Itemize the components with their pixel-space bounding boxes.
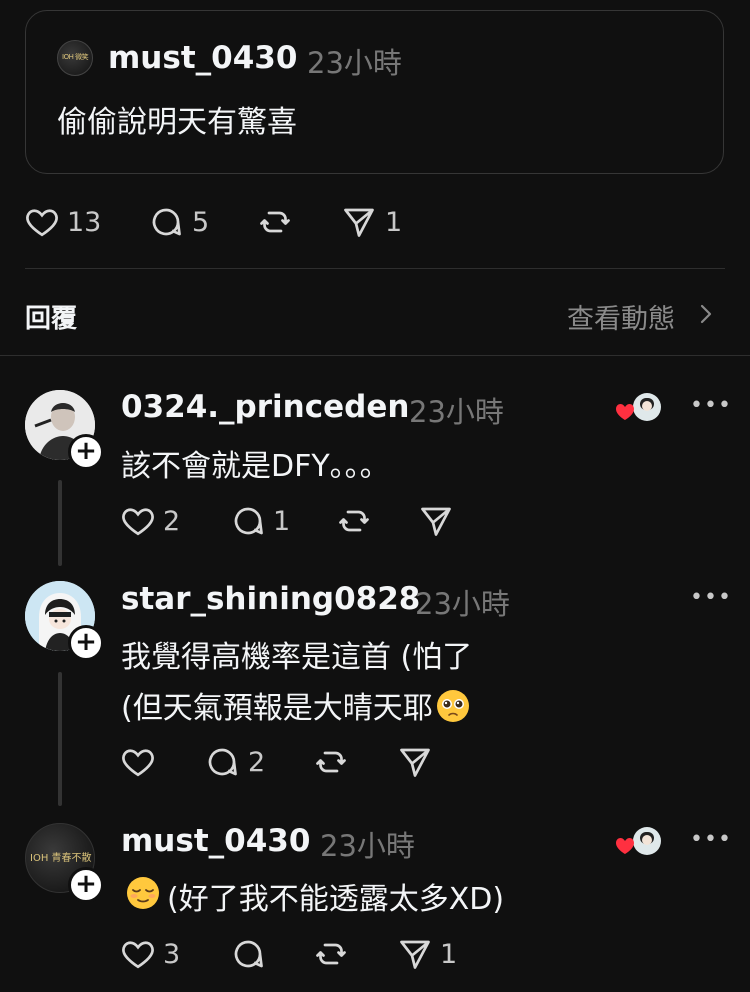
- repost-button[interactable]: [313, 936, 349, 972]
- reply-text-line: (但天氣預報是大晴天耶: [121, 683, 471, 727]
- comment-icon: [152, 208, 181, 236]
- repost-icon: [316, 943, 346, 965]
- repost-button[interactable]: [257, 204, 293, 240]
- share-button[interactable]: [397, 744, 433, 780]
- reply-time: 23小時: [320, 829, 415, 863]
- share-count: 1: [440, 939, 458, 970]
- reply-button[interactable]: [148, 204, 184, 240]
- send-icon: [400, 748, 430, 777]
- send-icon: [421, 507, 451, 536]
- repost-button[interactable]: [336, 503, 372, 539]
- reply-username[interactable]: star_shining0828: [121, 581, 420, 617]
- share-button[interactable]: [341, 204, 377, 240]
- share-button[interactable]: [397, 936, 433, 972]
- repost-icon: [260, 211, 290, 233]
- thread-line: [58, 480, 62, 566]
- follow-plus-button[interactable]: +: [68, 867, 104, 903]
- like-count: 13: [67, 207, 102, 238]
- quoted-post-text: 偷偷說明天有驚喜: [57, 105, 297, 140]
- repost-icon: [316, 751, 346, 773]
- send-icon: [400, 940, 430, 969]
- reply-text: 該不會就是DFY。。。: [121, 449, 390, 484]
- comment-icon: [208, 748, 237, 776]
- send-icon: [344, 208, 374, 237]
- heart-icon: [122, 749, 154, 777]
- like-button[interactable]: [120, 503, 156, 539]
- more-options-icon[interactable]: •••: [690, 585, 732, 610]
- comment-icon: [234, 507, 263, 535]
- repost-icon: [339, 510, 369, 532]
- chevron-right-icon[interactable]: [697, 302, 715, 326]
- pleading-face-emoji: [435, 688, 471, 724]
- author-liked-badge: [614, 392, 664, 424]
- relieved-face-emoji: [125, 875, 161, 911]
- reply-username[interactable]: must_0430: [121, 823, 310, 859]
- reply-count: 1: [273, 506, 291, 537]
- follow-plus-button[interactable]: +: [68, 625, 104, 661]
- like-count: 3: [163, 939, 181, 970]
- reply-button[interactable]: [204, 744, 240, 780]
- follow-plus-button[interactable]: +: [68, 434, 104, 470]
- author-liked-badge: [614, 826, 664, 858]
- quoted-post-time: 23小時: [307, 46, 402, 80]
- divider: [25, 268, 725, 269]
- view-activity-link[interactable]: 查看動態: [567, 297, 675, 336]
- more-options-icon[interactable]: •••: [690, 393, 732, 418]
- reply-count: 5: [192, 207, 210, 238]
- replies-heading: 回覆: [25, 304, 78, 334]
- share-count: 1: [385, 207, 403, 238]
- quoted-post-avatar[interactable]: IOH 微笑: [57, 40, 93, 76]
- like-button[interactable]: [24, 204, 60, 240]
- reply-button[interactable]: [230, 936, 266, 972]
- divider: [0, 355, 750, 356]
- repost-button[interactable]: [313, 744, 349, 780]
- like-count: 2: [163, 506, 181, 537]
- heart-icon: [122, 941, 154, 969]
- avatar-logo-text: IOH 青春不散: [30, 853, 92, 864]
- reply-button[interactable]: [230, 503, 266, 539]
- share-button[interactable]: [418, 503, 454, 539]
- more-options-icon[interactable]: •••: [690, 827, 732, 852]
- like-button[interactable]: [120, 936, 156, 972]
- avatar-logo-text: IOH 微笑: [62, 53, 89, 61]
- heart-icon: [26, 209, 58, 237]
- heart-icon: [122, 508, 154, 536]
- like-button[interactable]: [120, 744, 156, 780]
- reply-username[interactable]: 0324._princeden: [121, 389, 409, 425]
- reply-count: 2: [248, 747, 266, 778]
- reply-text: (好了我不能透露太多XD): [167, 882, 505, 917]
- quoted-post-username[interactable]: must_0430: [108, 40, 297, 76]
- reply-time: 23小時: [415, 587, 510, 621]
- quoted-post-card[interactable]: [25, 10, 724, 174]
- reply-time: 23小時: [409, 395, 504, 429]
- thread-line: [58, 672, 62, 806]
- reply-text-line: 我覺得高機率是這首 (怕了: [121, 640, 473, 675]
- comment-icon: [234, 940, 263, 968]
